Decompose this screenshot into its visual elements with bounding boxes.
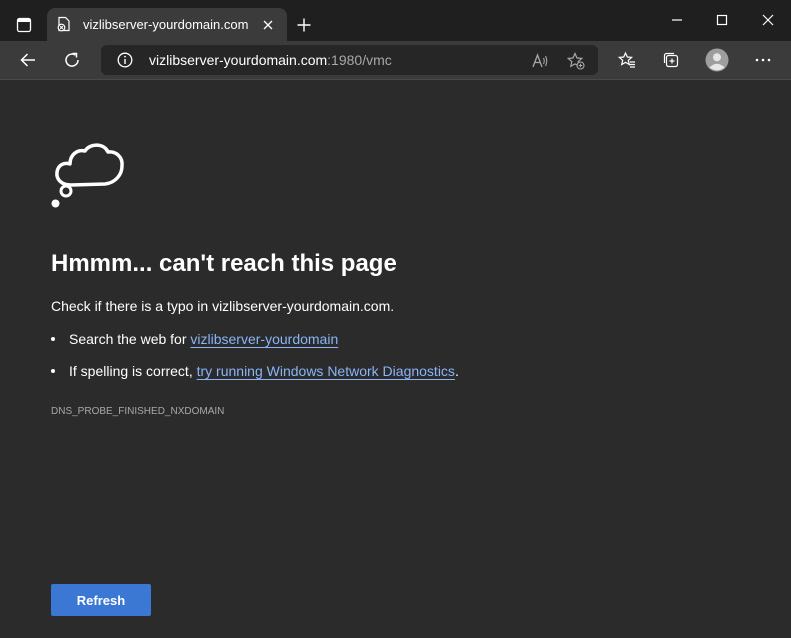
close-icon bbox=[762, 14, 774, 26]
back-arrow-icon bbox=[20, 53, 35, 67]
page-title: Hmmm... can't reach this page bbox=[51, 250, 397, 277]
tab-active[interactable]: vizlibserver-yourdomain.com bbox=[47, 8, 287, 41]
minimize-icon bbox=[672, 19, 682, 21]
maximize-icon bbox=[716, 14, 728, 26]
refresh-toolbar-button[interactable] bbox=[57, 45, 87, 75]
spelling-suffix: . bbox=[454, 363, 459, 379]
address-bar[interactable]: vizlibserver-yourdomain.com:1980/vmc bbox=[101, 45, 598, 75]
settings-more-button[interactable] bbox=[748, 45, 778, 75]
read-aloud-icon bbox=[532, 53, 548, 68]
collections-icon bbox=[663, 52, 679, 68]
list-item-search: Search the web for vizlibserver-yourdoma… bbox=[51, 331, 338, 347]
url-path: :1980/vmc bbox=[327, 52, 392, 68]
error-code: DNS_PROBE_FINISHED_NXDOMAIN bbox=[51, 406, 225, 417]
tab-bar: vizlibserver-yourdomain.com bbox=[0, 0, 791, 41]
info-icon[interactable] bbox=[117, 52, 133, 68]
star-add-icon bbox=[567, 52, 585, 70]
favorites-icon bbox=[618, 51, 635, 68]
refresh-icon bbox=[65, 52, 79, 67]
url-text[interactable]: vizlibserver-yourdomain.com:1980/vmc bbox=[149, 52, 392, 68]
spelling-prefix: If spelling is correct, bbox=[69, 363, 197, 379]
refresh-button[interactable]: Refresh bbox=[51, 584, 151, 616]
plus-icon bbox=[297, 18, 311, 32]
network-diagnostics-link[interactable]: try running Windows Network Diagnostics bbox=[197, 363, 455, 379]
collections-button[interactable] bbox=[656, 45, 686, 75]
favorites-button[interactable] bbox=[612, 45, 642, 75]
typo-hint: Check if there is a typo in vizlibserver… bbox=[51, 298, 395, 314]
bullet-icon bbox=[51, 369, 55, 374]
thought-cloud-icon bbox=[51, 143, 124, 208]
tab-title: vizlibserver-yourdomain.com bbox=[83, 17, 249, 32]
window-close-button[interactable] bbox=[758, 10, 778, 30]
add-favorite-button[interactable] bbox=[566, 51, 586, 71]
back-button[interactable] bbox=[13, 45, 43, 75]
list-item-diagnostics: If spelling is correct, try running Wind… bbox=[51, 363, 459, 379]
avatar-icon bbox=[705, 48, 729, 72]
bullet-icon bbox=[51, 337, 55, 342]
tab-actions-icon bbox=[16, 17, 32, 33]
error-page-icon bbox=[57, 16, 70, 32]
maximize-button[interactable] bbox=[712, 10, 732, 30]
error-page: Hmmm... can't reach this page Check if t… bbox=[0, 80, 791, 638]
new-tab-button[interactable] bbox=[294, 15, 314, 35]
read-aloud-button[interactable] bbox=[530, 51, 550, 71]
tab-actions-button[interactable] bbox=[10, 12, 38, 38]
profile-button[interactable] bbox=[702, 45, 732, 75]
url-host: vizlibserver-yourdomain.com bbox=[149, 52, 328, 68]
more-icon bbox=[755, 58, 771, 62]
browser-window: vizlibserver-yourdomain.com vizlibserver… bbox=[0, 0, 791, 638]
search-prefix: Search the web for bbox=[69, 331, 191, 347]
close-icon bbox=[263, 20, 273, 30]
toolbar: vizlibserver-yourdomain.com:1980/vmc bbox=[0, 41, 791, 80]
search-web-link[interactable]: vizlibserver-yourdomain bbox=[190, 331, 338, 347]
tab-close-button[interactable] bbox=[260, 17, 276, 33]
minimize-button[interactable] bbox=[667, 10, 687, 30]
